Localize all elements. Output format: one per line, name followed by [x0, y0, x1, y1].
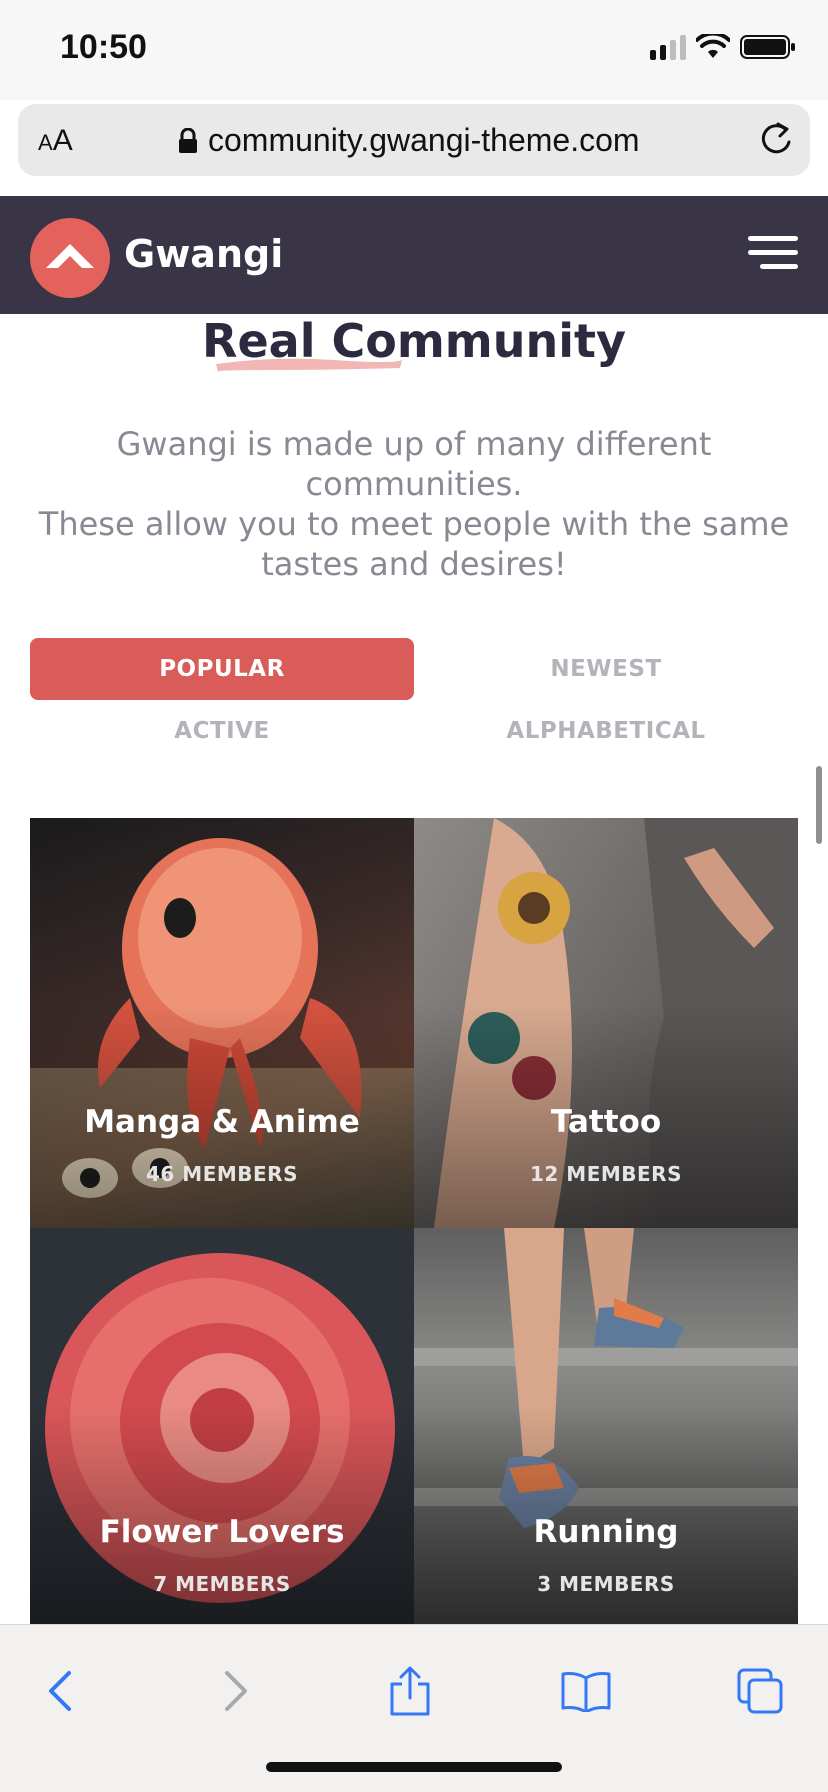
back-button[interactable]: [30, 1661, 90, 1721]
reload-icon[interactable]: [758, 120, 794, 158]
group-card-running[interactable]: Running 3 MEMBERS: [414, 1228, 798, 1624]
url-text: community.gwangi-theme.com: [208, 122, 640, 158]
group-card-flower-lovers[interactable]: Flower Lovers 7 MEMBERS: [30, 1228, 414, 1624]
status-bar: 10:50: [0, 0, 828, 100]
lock-icon: [179, 127, 197, 153]
group-member-count: 46 MEMBERS: [146, 1162, 298, 1186]
url-display[interactable]: community.gwangi-theme.com: [178, 122, 640, 159]
site-logo[interactable]: [30, 218, 110, 298]
group-name: Manga & Anime: [84, 1104, 360, 1140]
group-name: Flower Lovers: [99, 1514, 345, 1550]
site-header: Gwangi: [0, 196, 828, 314]
logo-arrow-icon: [46, 244, 94, 268]
filter-newest[interactable]: NEWEST: [414, 638, 798, 700]
home-indicator[interactable]: [266, 1762, 562, 1772]
wifi-icon: [696, 34, 730, 58]
group-member-count: 12 MEMBERS: [530, 1162, 682, 1186]
intro-line-1: Gwangi is made up of many different comm…: [116, 425, 712, 503]
status-time: 10:50: [60, 28, 147, 66]
menu-icon[interactable]: [748, 236, 798, 272]
group-card-manga-anime[interactable]: Manga & Anime 46 MEMBERS: [30, 818, 414, 1228]
group-card-tattoo[interactable]: Tattoo 12 MEMBERS: [414, 818, 798, 1228]
groups-grid: Manga & Anime 46 MEMBERS Tattoo 12 MEMBE…: [30, 818, 798, 1624]
address-bar[interactable]: AA community.gwangi-theme.com: [18, 104, 810, 176]
chevron-right-icon: [225, 1671, 247, 1711]
section-intro: Gwangi is made up of many different comm…: [30, 424, 798, 584]
book-icon: [561, 1672, 611, 1712]
tabs-icon: [737, 1668, 783, 1714]
intro-line-2: These allow you to meet people with the …: [38, 505, 790, 583]
tabs-button[interactable]: [730, 1661, 790, 1721]
site-brand[interactable]: Gwangi: [124, 232, 283, 276]
battery-icon: [740, 35, 795, 59]
status-icons: [650, 34, 796, 60]
share-button[interactable]: [380, 1661, 440, 1721]
text-size-button[interactable]: AA: [38, 124, 73, 158]
share-icon: [390, 1666, 430, 1716]
filter-popular[interactable]: POPULAR: [30, 638, 414, 700]
group-member-count: 3 MEMBERS: [537, 1572, 675, 1596]
scroll-indicator[interactable]: [816, 766, 822, 844]
forward-button[interactable]: [206, 1661, 266, 1721]
filter-active[interactable]: ACTIVE: [30, 700, 414, 762]
filter-alphabetical[interactable]: ALPHABETICAL: [414, 700, 798, 762]
group-member-count: 7 MEMBERS: [153, 1572, 291, 1596]
chevron-left-icon: [49, 1671, 71, 1711]
group-name: Running: [533, 1514, 679, 1550]
cellular-signal-icon: [650, 34, 686, 60]
group-name: Tattoo: [550, 1104, 662, 1140]
bookmarks-button[interactable]: [556, 1661, 616, 1721]
section-title: Real Community: [202, 314, 626, 368]
